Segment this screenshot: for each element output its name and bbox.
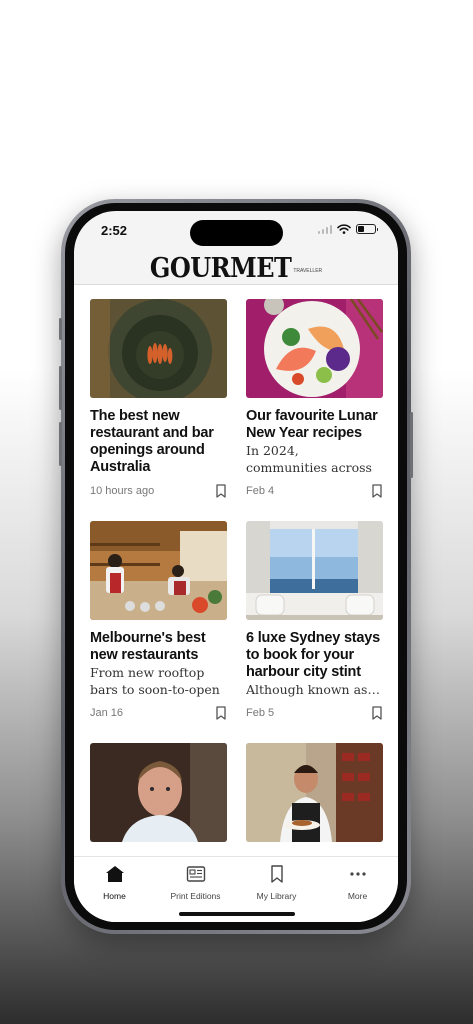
more-icon <box>349 872 366 876</box>
newspaper-icon <box>186 866 205 882</box>
wifi-icon <box>337 224 351 234</box>
tab-my-library[interactable]: My Library <box>236 857 317 907</box>
article-thumbnail[interactable] <box>246 743 383 842</box>
tab-label: Print Editions <box>170 891 221 901</box>
article-thumbnail[interactable] <box>90 299 227 398</box>
bookmark-icon[interactable] <box>371 706 383 720</box>
volume-up-button <box>59 366 62 410</box>
bookmark-icon[interactable] <box>215 484 227 498</box>
article-card[interactable]: The best new restaurant and bar openings… <box>90 299 227 498</box>
volume-down-button <box>59 422 62 466</box>
status-time: 2:52 <box>101 223 128 238</box>
article-date: 10 hours ago <box>90 485 155 497</box>
tab-home[interactable]: Home <box>74 857 155 907</box>
power-button <box>410 412 413 478</box>
home-icon <box>105 866 124 882</box>
battery-icon <box>356 224 378 234</box>
app-screen: 2:52 GOURMET TRAVELLER The best new rest… <box>74 211 398 922</box>
article-meta: Feb 4 <box>246 484 383 498</box>
app-header: GOURMET TRAVELLER <box>74 251 398 285</box>
status-icons <box>318 224 378 234</box>
status-bar: 2:52 <box>74 211 398 251</box>
article-card[interactable]: 6 luxe Sydney stays to book for your har… <box>246 521 383 720</box>
bookmark-icon <box>270 865 283 883</box>
article-title[interactable]: Our favourite Lunar New Year recipes <box>246 408 383 442</box>
article-card[interactable]: Melbourne's best new restaurants From ne… <box>90 521 227 720</box>
article-meta: Feb 5 <box>246 706 383 720</box>
home-indicator[interactable] <box>179 912 295 916</box>
article-title[interactable]: The best new restaurant and bar openings… <box>90 408 227 476</box>
article-card[interactable] <box>90 743 227 856</box>
tab-more[interactable]: More <box>317 857 398 907</box>
article-title[interactable]: 6 luxe Sydney stays to book for your har… <box>246 630 383 681</box>
article-date: Jan 16 <box>90 707 124 719</box>
article-meta: 10 hours ago <box>90 484 227 498</box>
article-thumbnail[interactable] <box>90 521 227 620</box>
article-excerpt: In 2024, communities across the world wi… <box>246 443 372 475</box>
article-date: Feb 4 <box>246 485 275 497</box>
gourmet-logo[interactable]: GOURMET <box>150 251 292 283</box>
dynamic-island <box>190 220 283 246</box>
tab-print-editions[interactable]: Print Editions <box>155 857 236 907</box>
bookmark-icon[interactable] <box>371 484 383 498</box>
tab-label: Home <box>103 891 126 901</box>
article-excerpt: From new rooftop bars to soon-to-open re… <box>90 665 220 697</box>
article-excerpt: Although known as th… <box>246 682 383 697</box>
article-thumbnail[interactable] <box>90 743 227 842</box>
article-thumbnail[interactable] <box>246 299 383 398</box>
action-button <box>59 318 62 340</box>
article-card[interactable]: Our favourite Lunar New Year recipes In … <box>246 299 383 498</box>
gourmet-logo-subtext: TRAVELLER <box>293 268 323 274</box>
article-title[interactable]: Melbourne's best new restaurants <box>90 630 227 664</box>
article-date: Feb 5 <box>246 707 275 719</box>
article-feed[interactable]: The best new restaurant and bar openings… <box>74 285 398 856</box>
tab-label: My Library <box>256 891 297 901</box>
tab-label: More <box>347 891 368 901</box>
bookmark-icon[interactable] <box>215 706 227 720</box>
cellular-signal-icon <box>318 224 332 234</box>
article-thumbnail[interactable] <box>246 521 383 620</box>
article-meta: Jan 16 <box>90 706 227 720</box>
article-card[interactable] <box>246 743 383 856</box>
